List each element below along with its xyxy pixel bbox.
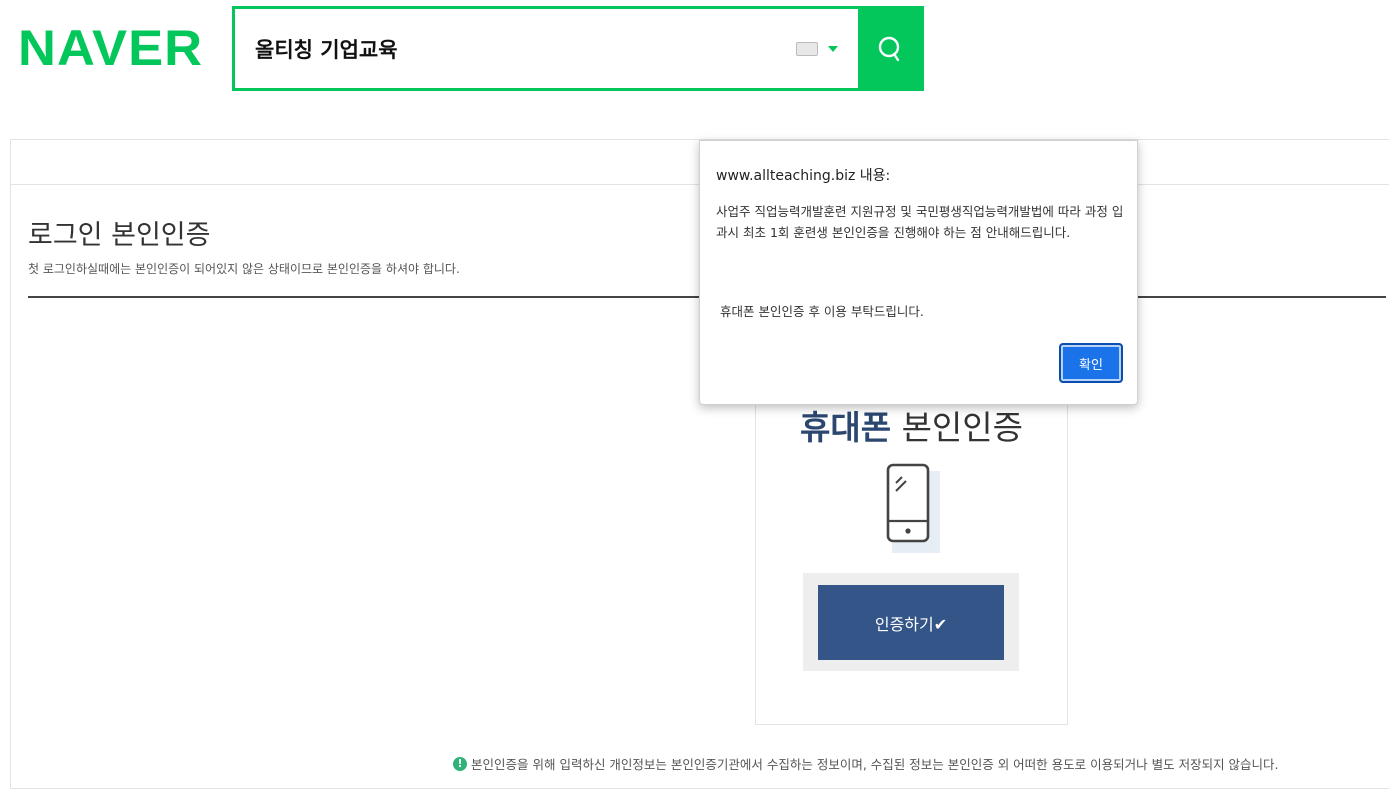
search-input[interactable]: [235, 9, 792, 88]
info-icon: !: [453, 756, 467, 771]
cert-title: 휴대폰 본인인증: [756, 401, 1067, 449]
footnote-text: 본인인증을 위해 입력하신 개인정보는 본인인증기관에서 수집하는 정보이며, …: [471, 757, 1279, 772]
search-button[interactable]: [858, 9, 921, 88]
smartphone-icon: [884, 463, 940, 553]
privacy-footnote: ! 본인인증을 위해 입력하신 개인정보는 본인인증기관에서 수집하는 정보이며…: [453, 754, 1279, 773]
keyboard-dropdown-icon[interactable]: [828, 45, 838, 52]
dialog-message-2: 휴대폰 본인인증 후 이용 부탁드립니다.: [720, 304, 924, 319]
dialog-origin: www.allteaching.biz 내용:: [716, 168, 891, 184]
search-bar: [232, 6, 924, 91]
keyboard-button[interactable]: [792, 9, 822, 88]
alert-dialog: www.allteaching.biz 내용: 사업주 직업능력개발훈련 지원규…: [699, 140, 1138, 405]
page-title: 로그인 본인인증: [28, 220, 211, 251]
cert-title-strong: 휴대폰: [799, 408, 892, 447]
page-subtitle: 첫 로그인하실때에는 본인인증이 되어있지 않은 상태이므로 본인인증을 하셔야…: [28, 262, 460, 276]
ok-button[interactable]: 확인: [1059, 343, 1123, 383]
phone-cert-panel: 휴대폰 본인인증 인증하기✔: [755, 370, 1068, 725]
dialog-message: 사업주 직업능력개발훈련 지원규정 및 국민평생직업능력개발법에 따라 과정 입…: [716, 204, 1124, 240]
keyboard-icon: [796, 41, 818, 56]
naver-logo[interactable]: NAVER: [18, 18, 203, 78]
search-icon: [878, 36, 899, 61]
verify-button[interactable]: 인증하기✔: [818, 585, 1004, 660]
cert-title-rest: 본인인증: [891, 408, 1024, 447]
cert-button-wrap: 인증하기✔: [803, 573, 1019, 671]
